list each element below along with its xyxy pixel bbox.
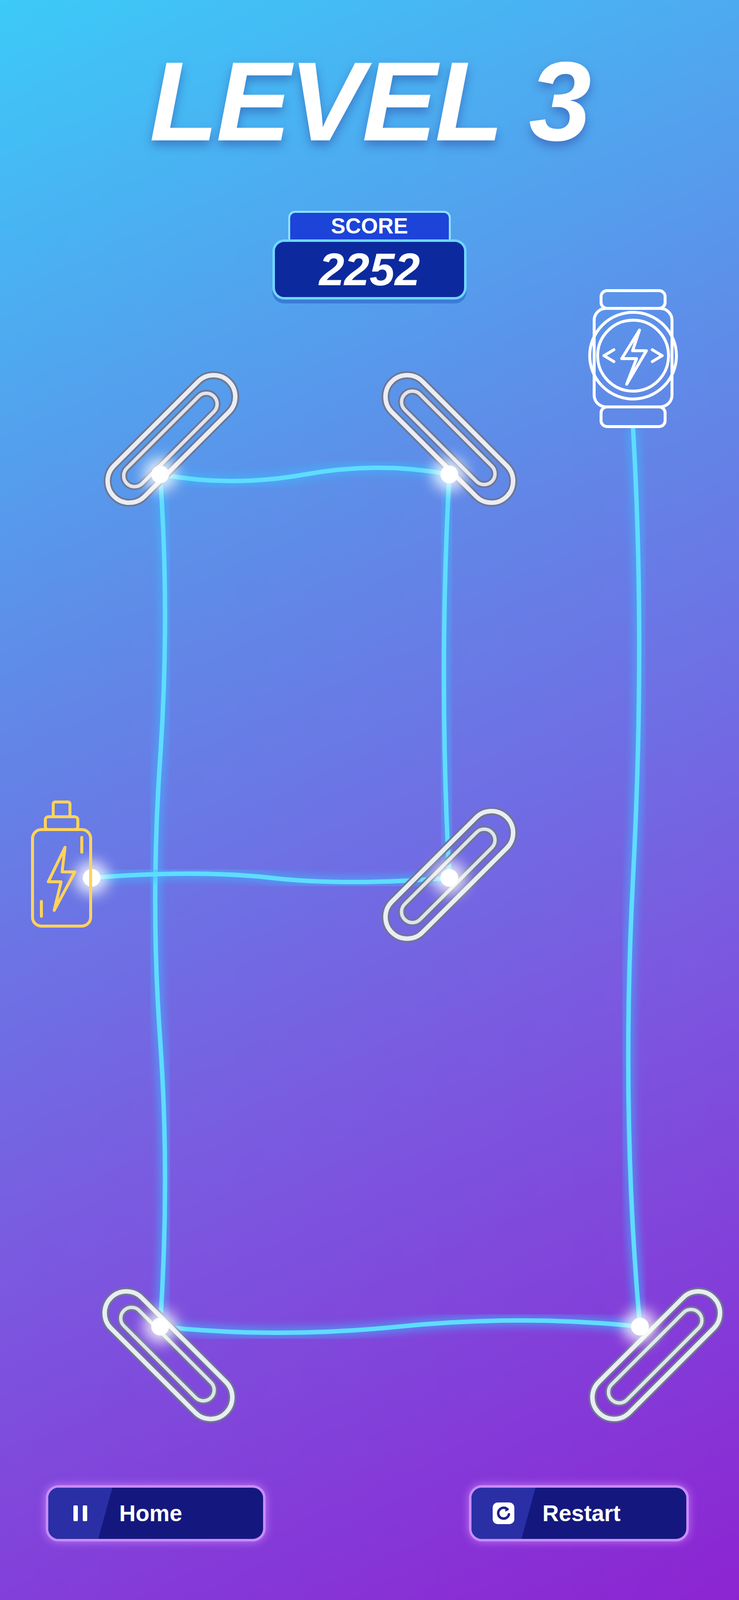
restart-button[interactable]: Restart bbox=[469, 1485, 689, 1542]
wire[interactable] bbox=[160, 468, 450, 482]
level-title: LEVEL 3 bbox=[149, 45, 590, 158]
paperclip[interactable] bbox=[376, 802, 523, 948]
restart-icon bbox=[490, 1500, 517, 1527]
bottom-bar: Home Restart bbox=[0, 1485, 739, 1600]
wire[interactable] bbox=[155, 474, 166, 1327]
wire-node bbox=[432, 457, 467, 492]
generator-icon bbox=[589, 290, 677, 427]
paperclip[interactable] bbox=[98, 366, 245, 512]
paperclip[interactable] bbox=[376, 366, 523, 512]
wire[interactable] bbox=[628, 428, 640, 1327]
wire[interactable] bbox=[160, 1320, 640, 1334]
wire-node bbox=[143, 1310, 177, 1344]
game-screen: LEVEL 3 SCORE2252 Home Restart bbox=[0, 0, 739, 1600]
wire[interactable] bbox=[443, 474, 450, 878]
battery-icon bbox=[32, 802, 91, 927]
score-value: 2252 bbox=[272, 239, 467, 300]
button-label: Restart bbox=[535, 1502, 631, 1525]
wire-node bbox=[143, 457, 177, 492]
score-badge: SCORE2252 bbox=[272, 210, 467, 300]
wire[interactable] bbox=[91, 873, 450, 883]
button-label: Home bbox=[112, 1502, 193, 1525]
wire-node bbox=[623, 1310, 657, 1344]
paperclip[interactable] bbox=[95, 1282, 242, 1429]
button-icon-panel bbox=[48, 1487, 113, 1540]
score-label: SCORE bbox=[288, 210, 451, 240]
paperclip[interactable] bbox=[583, 1282, 730, 1429]
wire-node bbox=[432, 861, 467, 895]
home-button[interactable]: Home bbox=[45, 1485, 266, 1542]
button-icon-panel bbox=[471, 1487, 536, 1540]
pause-icon bbox=[68, 1501, 93, 1526]
game-header: LEVEL 3 SCORE2252 bbox=[0, 0, 739, 300]
